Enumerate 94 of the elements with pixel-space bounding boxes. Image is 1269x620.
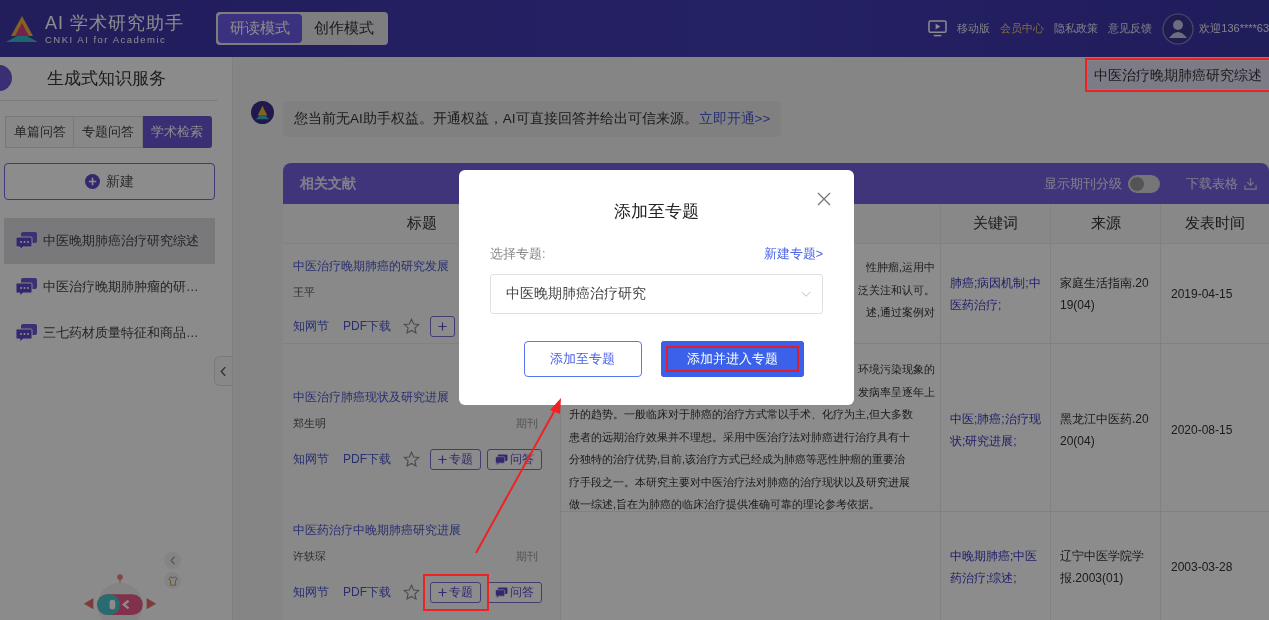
grade-toggle[interactable] [1128, 174, 1160, 193]
add-topic-button[interactable]: 专题 [430, 582, 481, 603]
keywords-link[interactable]: 中晚期肺癌;中医药治疗;综述; [950, 545, 1041, 589]
plus-icon [85, 174, 100, 189]
keywords-link[interactable]: 中医;肺癌;治疗现状;研究进展; [950, 407, 1041, 452]
chevron-icon [169, 556, 176, 565]
source-text: 辽宁中医学院学报.2003(01) [1060, 548, 1145, 587]
plus-icon [438, 322, 447, 331]
author-name: 郑生明 [293, 416, 326, 431]
app-subtitle: CNKI AI for Academic [45, 33, 168, 46]
robot-drawing[interactable] [82, 573, 158, 620]
column-header: 关键词 [940, 204, 1050, 243]
chat-icon [16, 277, 38, 297]
star-icon[interactable] [403, 584, 420, 601]
new-button[interactable]: 新建 [4, 163, 215, 200]
theme-button[interactable] [164, 572, 181, 589]
chat-icon [16, 231, 38, 251]
download-link[interactable]: 下载表格 [1186, 174, 1238, 193]
abstract-text: 述,通过案例对 [865, 305, 935, 320]
abstract-text: 泛关注和认可。 [858, 282, 935, 298]
pdf-download-link[interactable]: PDF下载 [343, 451, 391, 468]
shirt-icon [167, 575, 178, 586]
article-title-link[interactable]: 中医治疗肺癌现状及研究进展 [293, 389, 449, 406]
ask-button[interactable]: 问答 [487, 582, 542, 603]
close-icon[interactable] [817, 192, 831, 206]
toggle-label: 显示期刊分级 [1044, 174, 1122, 193]
header-link[interactable]: 移动版 [957, 21, 991, 36]
node-link[interactable]: 知网节 [293, 318, 329, 335]
chat-icon [495, 454, 508, 465]
publish-date: 2020-08-15 [1170, 421, 1233, 439]
abstract-text: 疗手段之一。本研究主要对中医治疗法对肺癌的治疗现状以及研究进展 [569, 474, 910, 490]
mode-tab[interactable]: 单篇问答 [5, 116, 74, 148]
abstract-text: 升的趋势。一般临床对于肺癌的治疗方式常以手术、化疗为主,但大多数 [569, 407, 914, 422]
abstract-text: 发病率呈逐年上 [858, 384, 935, 400]
history-item[interactable]: 中医治疗晚期肺肿瘤的研… [4, 264, 215, 310]
column-header: 来源 [1050, 204, 1160, 243]
chat-icon [495, 587, 508, 598]
assistant-avatar-icon [251, 101, 274, 124]
article-title-link[interactable]: 中医治疗晚期肺癌的研究发展 [293, 258, 449, 275]
node-link[interactable]: 知网节 [293, 451, 329, 468]
abstract-text: 分独特的治疗优势,目前,该治疗方式已经成为肺癌等恶性肿瘤的重要治 [569, 452, 906, 467]
new-topic-link[interactable]: 新建专题> [763, 246, 823, 263]
header-link[interactable]: 意见反馈 [1108, 21, 1153, 36]
download-icon[interactable] [1244, 177, 1257, 190]
star-icon[interactable] [403, 318, 420, 335]
mode-tab[interactable]: 创作模式 [302, 14, 386, 43]
header-link[interactable]: 隐私政策 [1054, 21, 1099, 36]
topic-chip[interactable]: 中医治疗晚期肺癌研究综述 [1087, 61, 1269, 89]
abstract-text: 环境污染现象的 [858, 362, 935, 377]
mode-tab[interactable]: 专题问答 [74, 116, 143, 148]
dialog-title: 添加至专题 [613, 201, 700, 223]
app-title: AI 学术研究助手 [45, 11, 184, 34]
abstract-text: 做一综述,旨在为肺癌的临床治疗提供准确可靠的理论参考依据。 [569, 497, 881, 512]
card-title: 相关文献 [300, 174, 356, 193]
user-greeting[interactable]: 欢迎136****63 [1199, 21, 1269, 36]
star-icon[interactable] [403, 451, 420, 468]
publish-date: 2003-03-28 [1170, 559, 1233, 576]
author-name: 王平 [293, 285, 315, 300]
notice-text: 您当前无AI助手权益。开通权益，AI可直接回答并给出可信来源。 [294, 111, 698, 126]
node-link[interactable]: 知网节 [293, 584, 329, 601]
add-to-topic-button[interactable]: 添加至专题 [523, 341, 642, 377]
article-title-link[interactable]: 中医药治疗中晚期肺癌研究进展 [293, 522, 461, 539]
source-text: 黑龙江中医药.2020(04) [1060, 410, 1150, 450]
abstract-text: 患者的远期治疗效果并不理想。采用中医治疗法对肺癌进行治疗具有十 [569, 429, 910, 445]
column-header: 发表时间 [1160, 204, 1269, 243]
keywords-link[interactable]: 肺癌;病因机制;中医药治疗; [950, 271, 1041, 316]
chevron-down-icon [800, 290, 812, 298]
subscribe-link[interactable]: 立即开通>> [698, 111, 771, 126]
plus-icon [438, 588, 447, 597]
abstract-text: 性肿瘤,运用中 [865, 260, 935, 275]
highlight-box [423, 574, 489, 611]
collapse-button[interactable] [164, 552, 181, 569]
add-topic-button[interactable]: 专题 [430, 449, 481, 470]
publish-date: 2019-04-15 [1170, 285, 1233, 303]
pdf-download-link[interactable]: PDF下载 [343, 318, 391, 335]
chat-icon [16, 323, 38, 343]
monitor-icon[interactable] [928, 20, 948, 37]
add-topic-button[interactable] [430, 316, 455, 337]
history-item[interactable]: 三七药材质量特征和商品… [4, 310, 215, 356]
header-link[interactable]: 会员中心 [1000, 21, 1045, 36]
pdf-download-link[interactable]: PDF下载 [343, 584, 391, 601]
mode-tab[interactable]: 研读模式 [218, 14, 302, 43]
history-item[interactable]: 中医晚期肺癌治疗研究综述 [4, 218, 215, 264]
author-name: 许轶琛 [293, 549, 326, 564]
topic-dropdown[interactable]: 中医晚期肺癌治疗研究 [490, 274, 823, 314]
plus-icon [438, 455, 447, 464]
add-and-enter-button[interactable]: 添加并进入专题 [660, 341, 804, 377]
panel-title: 生成式知识服务 [47, 68, 166, 90]
mode-tab[interactable]: 学术检索 [143, 116, 212, 148]
chevron-icon [220, 365, 227, 377]
collapse-button[interactable] [214, 356, 232, 386]
field-label: 选择专题: [490, 246, 546, 263]
source-text: 家庭生活指南.2019(04) [1060, 274, 1150, 314]
column-header: 标题 [405, 214, 438, 233]
